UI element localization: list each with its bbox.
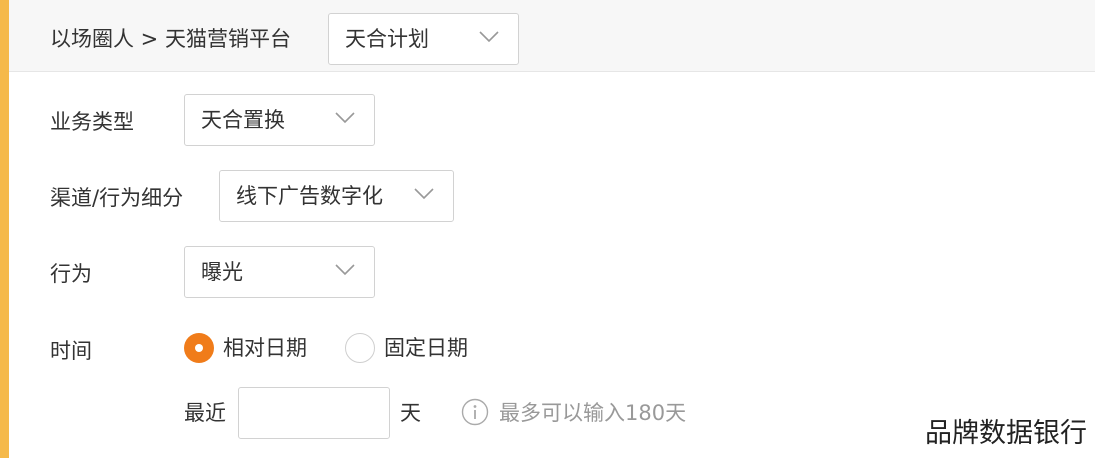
action-value: 曝光: [201, 260, 243, 284]
time-label: 时间: [50, 339, 92, 363]
business-type-value: 天合置换: [201, 108, 285, 132]
days-input[interactable]: [238, 387, 390, 439]
chevron-down-icon: [414, 188, 434, 200]
channel-label: 渠道/行为细分: [50, 186, 184, 210]
radio-fixed-date-label: 固定日期: [384, 336, 468, 360]
watermark: 品牌数据银行: [925, 418, 1087, 449]
days-hint: 最多可以输入180天: [499, 401, 687, 425]
chevron-down-icon: [335, 112, 355, 124]
chevron-down-icon: [335, 264, 355, 276]
info-icon: [461, 398, 489, 426]
radio-checked-icon[interactable]: [184, 333, 214, 363]
action-label: 行为: [50, 262, 92, 286]
recent-prefix: 最近: [184, 401, 226, 425]
plan-select-value: 天合计划: [345, 27, 429, 51]
radio-relative-date-label: 相对日期: [223, 336, 307, 360]
business-type-select[interactable]: 天合置换: [184, 94, 375, 146]
radio-relative-date[interactable]: 相对日期: [184, 333, 324, 363]
days-unit: 天: [400, 401, 421, 425]
breadcrumb: 以场圈人 > 天猫营销平台: [50, 27, 291, 51]
radio-unchecked-icon[interactable]: [345, 333, 375, 363]
business-type-label: 业务类型: [50, 110, 134, 134]
chevron-down-icon: [479, 31, 499, 43]
accent-bar: [0, 0, 9, 458]
plan-select[interactable]: 天合计划: [328, 13, 519, 65]
channel-value: 线下广告数字化: [236, 184, 383, 208]
action-select[interactable]: 曝光: [184, 246, 375, 298]
channel-select[interactable]: 线下广告数字化: [219, 170, 454, 222]
header-bar: 以场圈人 > 天猫营销平台 天合计划: [9, 0, 1095, 72]
radio-fixed-date[interactable]: 固定日期: [345, 333, 485, 363]
